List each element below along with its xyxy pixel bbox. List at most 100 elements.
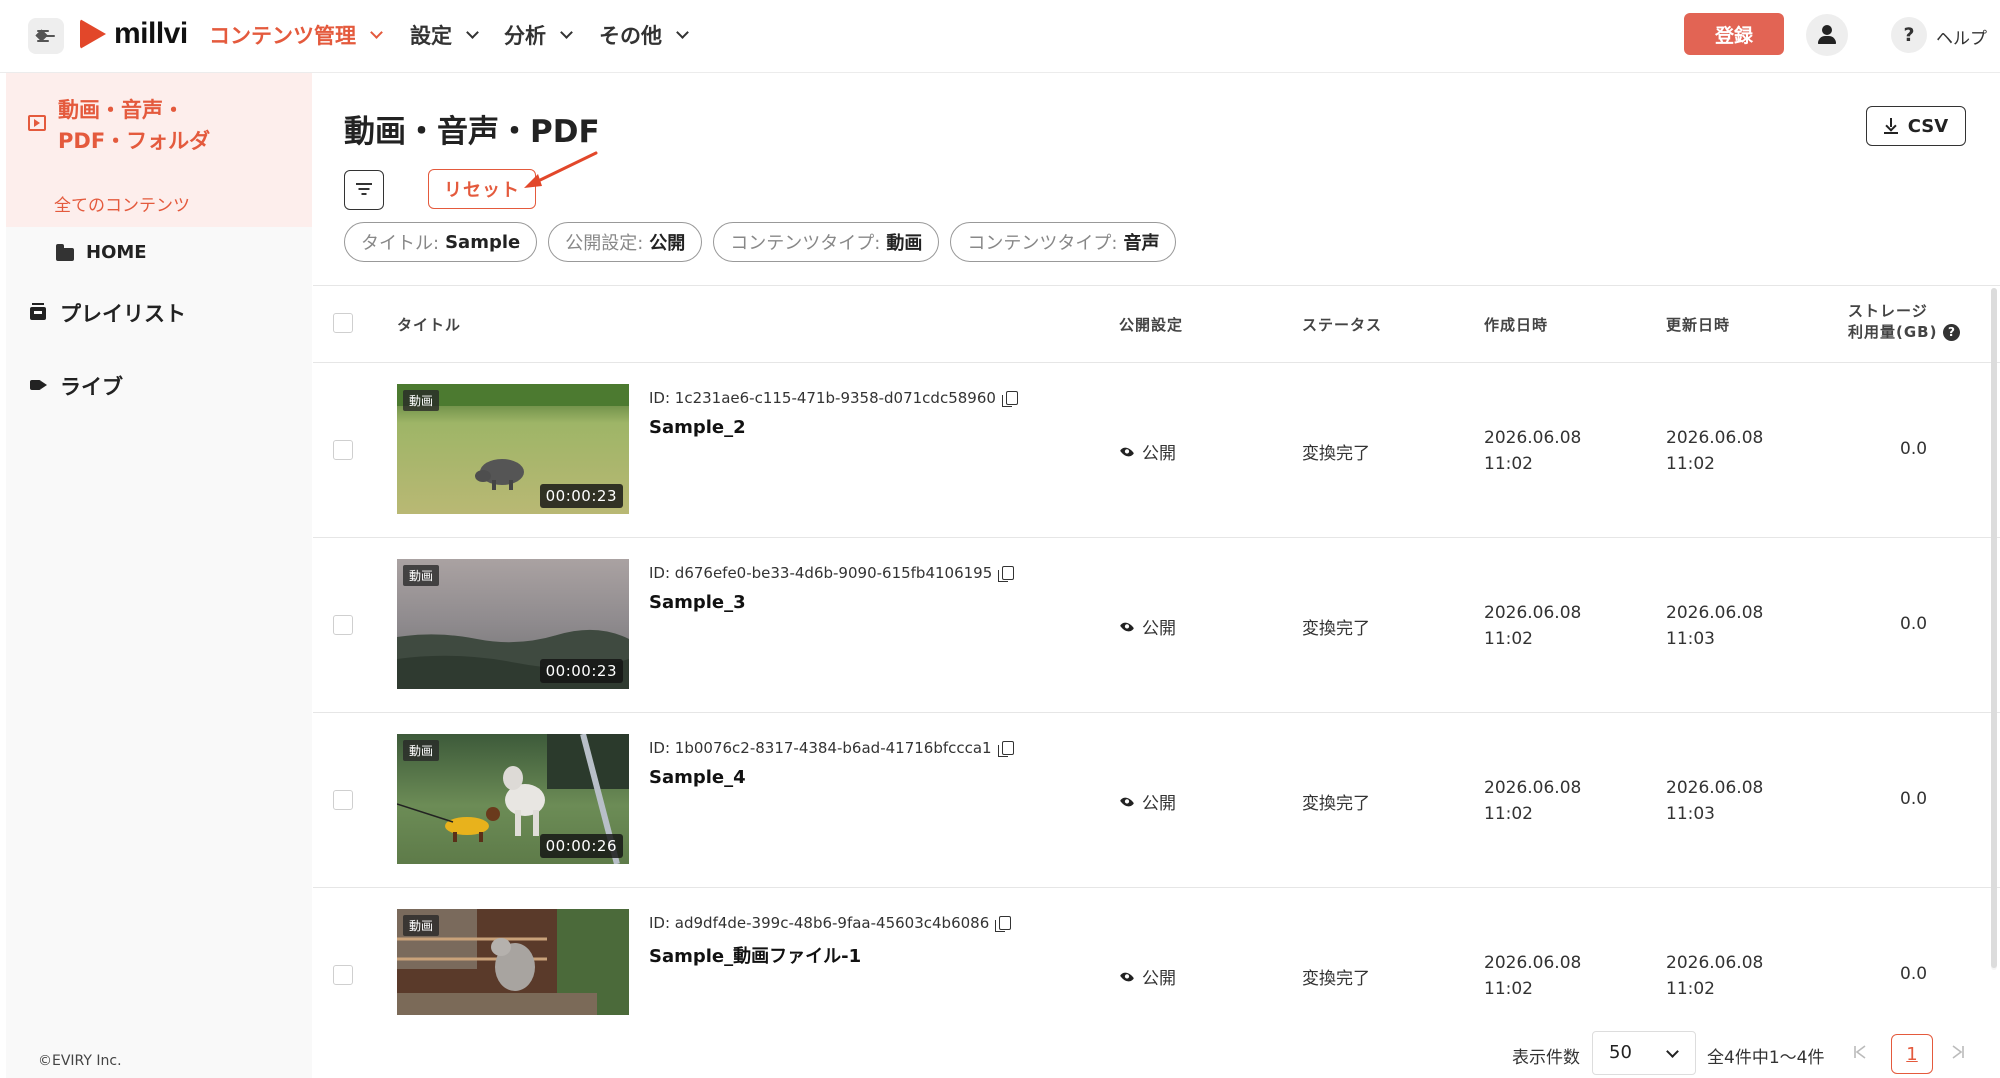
nav-others[interactable]: その他 — [599, 20, 689, 50]
created-date: 2026.06.08 — [1484, 953, 1582, 973]
created-datetime: 2026.06.08 11:02 — [1484, 600, 1581, 652]
csv-download-button[interactable]: CSV — [1866, 106, 1966, 146]
sidebar-item-media-line2: PDF・フォルダ — [58, 129, 211, 153]
user-avatar-icon[interactable] — [1806, 14, 1848, 56]
filter-chip-type-video[interactable]: コンテンツタイプ: 動画 — [713, 222, 940, 262]
content-type-badge: 動画 — [403, 740, 440, 761]
content-name[interactable]: Sample_動画ファイル-1 — [649, 942, 861, 968]
row-checkbox[interactable] — [333, 440, 353, 460]
storage-value: 0.0 — [1900, 439, 1928, 459]
content-id-text: ID: 1b0076c2-8317-4384-b6ad-41716bfccca1 — [649, 739, 992, 757]
filter-chip-title[interactable]: タイトル: Sample — [344, 222, 538, 262]
menu-toggle-icon[interactable] — [28, 18, 64, 54]
table-row[interactable]: 動画 00:00:26 ID: 1b0076c2-8317-4384-b6ad-… — [313, 713, 2000, 888]
table-header: タイトル 公開設定 ステータス 作成日時 更新日時 ストレージ 利用量(GB)? — [313, 285, 2000, 363]
updated-datetime: 2026.06.08 11:02 — [1666, 425, 1763, 477]
updated-datetime: 2026.06.08 11:03 — [1666, 600, 1763, 652]
column-updated[interactable]: 更新日時 — [1666, 314, 1730, 335]
filter-button[interactable] — [344, 170, 384, 210]
sidebar-item-live[interactable]: ライブ — [60, 371, 123, 401]
video-thumbnail[interactable]: 動画 — [397, 909, 629, 1015]
sidebar-item-playlist[interactable]: プレイリスト — [60, 298, 186, 328]
filter-chips: タイトル: Sample 公開設定: 公開 コンテンツタイプ: 動画 コンテンツタイプ… — [344, 222, 1187, 262]
content-id: ID: d676efe0-be33-4d6b-9090-615fb4106195 — [649, 564, 1015, 582]
table-row[interactable]: 動画 00:00:23 ID: d676efe0-be33-4d6b-9090-… — [313, 538, 2000, 713]
column-created[interactable]: 作成日時 — [1484, 314, 1548, 335]
chip-value: 公開 — [649, 233, 686, 254]
column-publish[interactable]: 公開設定 — [1119, 314, 1183, 335]
column-status[interactable]: ステータス — [1302, 314, 1382, 335]
nav-content-management[interactable]: コンテンツ管理 — [209, 20, 383, 50]
chevron-down-icon — [1666, 1045, 1679, 1058]
duration-label: 00:00:23 — [539, 484, 623, 508]
video-thumbnail[interactable]: 動画 00:00:26 — [397, 734, 629, 864]
first-page-icon[interactable] — [1852, 1044, 1868, 1060]
filter-chip-publish[interactable]: 公開設定: 公開 — [548, 222, 703, 262]
copy-icon[interactable] — [997, 741, 1014, 757]
eye-icon — [1119, 444, 1135, 459]
video-thumbnail[interactable]: 動画 00:00:23 — [397, 384, 629, 514]
column-storage[interactable]: ストレージ 利用量(GB)? — [1848, 301, 1961, 343]
sidebar-item-all-contents[interactable]: 全てのコンテンツ — [54, 191, 190, 216]
column-title[interactable]: タイトル — [397, 314, 461, 335]
per-page-select[interactable]: 50 — [1592, 1031, 1696, 1075]
status-text: 変換完了 — [1302, 794, 1370, 814]
created-time: 11:02 — [1484, 629, 1533, 649]
sidebar-item-media[interactable]: 動画・音声・ PDF・フォルダ — [58, 95, 210, 157]
copyright: ©EVIRY Inc. — [38, 1053, 122, 1069]
table-row[interactable]: 動画 00:00:23 ID: 1c231ae6-c115-471b-9358-… — [313, 363, 2000, 538]
logo-play-icon — [80, 19, 106, 49]
storage-help-icon[interactable]: ? — [1943, 324, 1961, 341]
copy-icon[interactable] — [995, 916, 1012, 932]
video-thumbnail[interactable]: 動画 00:00:23 — [397, 559, 629, 689]
chip-key: タイトル: — [361, 233, 440, 254]
contents-table: タイトル 公開設定 ステータス 作成日時 更新日時 ストレージ 利用量(GB)?… — [313, 285, 2000, 1062]
sidebar-item-home[interactable]: HOME — [86, 242, 147, 263]
help-icon[interactable]: ? — [1891, 17, 1927, 53]
updated-datetime: 2026.06.08 11:03 — [1666, 775, 1763, 827]
copy-icon[interactable] — [998, 566, 1015, 582]
chevron-down-icon — [560, 25, 573, 39]
copy-icon[interactable] — [1001, 391, 1018, 407]
updated-date: 2026.06.08 — [1666, 778, 1764, 798]
updated-time: 11:02 — [1666, 454, 1715, 474]
publish-setting: 公開 — [1119, 789, 1176, 814]
updated-date: 2026.06.08 — [1666, 953, 1764, 973]
chip-key: コンテンツタイプ: — [730, 233, 881, 254]
help-link[interactable]: ヘルプ — [1936, 24, 1987, 49]
content-name[interactable]: Sample_2 — [649, 417, 746, 438]
chip-key: コンテンツタイプ: — [967, 233, 1118, 254]
scrollbar-thumb[interactable] — [1991, 288, 1997, 968]
chip-value: 動画 — [886, 233, 923, 254]
created-datetime: 2026.06.08 11:02 — [1484, 950, 1581, 1002]
content-type-badge: 動画 — [403, 565, 440, 586]
row-checkbox[interactable] — [333, 615, 353, 635]
content-id: ID: 1c231ae6-c115-471b-9358-d071cdc58960 — [649, 389, 1018, 407]
filter-chip-type-audio[interactable]: コンテンツタイプ: 音声 — [950, 222, 1177, 262]
content-name[interactable]: Sample_4 — [649, 767, 746, 788]
duration-label: 00:00:23 — [539, 659, 623, 683]
select-all-checkbox[interactable] — [333, 313, 353, 333]
eye-icon — [1119, 969, 1135, 984]
top-bar: millvi コンテンツ管理 設定 分析 その他 登録 ? ヘルプ — [0, 0, 2000, 73]
created-datetime: 2026.06.08 11:02 — [1484, 425, 1581, 477]
status-text: 変換完了 — [1302, 969, 1370, 989]
app-logo[interactable]: millvi — [80, 14, 188, 54]
content-id-text: ID: d676efe0-be33-4d6b-9090-615fb4106195 — [649, 564, 993, 582]
page-button-current[interactable]: 1 — [1891, 1034, 1933, 1074]
row-checkbox[interactable] — [333, 790, 353, 810]
table-row[interactable]: 動画 ID: ad9df4de-399c-48b6-9faa-45603c4b6… — [313, 888, 2000, 1062]
column-storage-line1: ストレージ — [1848, 302, 1928, 320]
chevron-down-icon — [370, 25, 383, 39]
created-time: 11:02 — [1484, 804, 1533, 824]
storage-value: 0.0 — [1900, 789, 1928, 809]
nav-analytics[interactable]: 分析 — [504, 20, 573, 50]
created-time: 11:02 — [1484, 454, 1533, 474]
register-button[interactable]: 登録 — [1684, 13, 1784, 55]
nav-settings[interactable]: 設定 — [410, 20, 479, 50]
live-camera-icon — [30, 380, 41, 390]
sidebar-item-media-line1: 動画・音声・ — [58, 98, 184, 122]
content-name[interactable]: Sample_3 — [649, 592, 746, 613]
last-page-icon[interactable] — [1950, 1044, 1966, 1060]
row-checkbox[interactable] — [333, 965, 353, 985]
